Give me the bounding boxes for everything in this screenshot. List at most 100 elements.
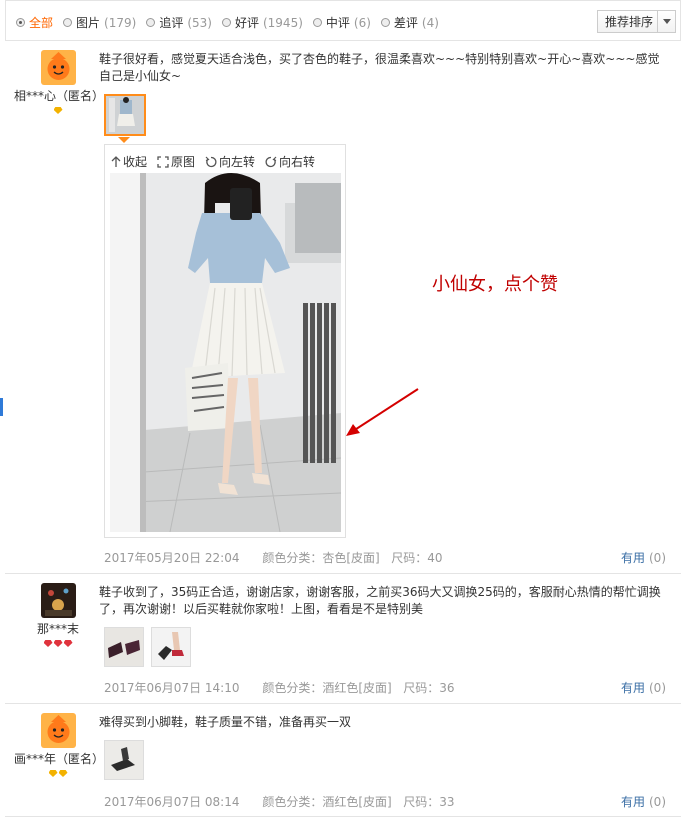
review-text: 鞋子收到了，35码正合适，谢谢店家，谢谢客服，之前买36码大又调换25码的，客服… [99, 585, 661, 616]
scroll-marker [0, 398, 3, 416]
chevron-down-icon[interactable] [663, 19, 671, 24]
review-separator [5, 573, 681, 574]
divider [657, 11, 658, 32]
review-meta: 2017年05月20日 22:04 颜色分类：杏色[皮面] 尺码：40 [104, 549, 442, 566]
useful-label: 有用 [620, 681, 645, 695]
review-filter-bar: 全部 图片 (179) 追评 (53) 好评 (1945) 中评 (6) 差评 … [5, 0, 681, 41]
review-color: 颜色分类：杏色[皮面] [262, 551, 380, 565]
review-date: 2017年05月20日 22:04 [104, 551, 240, 565]
review-color: 颜色分类：酒红色[皮面] [262, 681, 392, 695]
filter-count: (4) [421, 15, 439, 30]
review-content: 鞋子收到了，35码正合适，谢谢店家，谢谢客服，之前买36码大又调换25码的，客服… [99, 584, 664, 618]
filter-group: 全部 图片 (179) 追评 (53) 好评 (1945) 中评 (6) 差评 … [16, 14, 449, 31]
avatar[interactable] [40, 50, 76, 85]
gold-diamond-icon [58, 770, 68, 777]
sort-dropdown[interactable]: 推荐排序 [597, 10, 676, 33]
filter-count: (179) [104, 15, 137, 30]
review-date: 2017年06月07日 08:14 [104, 795, 240, 809]
review-meta: 2017年06月07日 08:14 颜色分类：酒红色[皮面] 尺码：33 [104, 793, 454, 810]
reviewer-name: 画***年（匿名） [14, 752, 105, 766]
annotation-text: 小仙女，点个赞 [432, 274, 558, 295]
review-thumbnails [104, 627, 191, 667]
filter-count: (6) [353, 15, 371, 30]
filter-positive[interactable]: 好评 (1945) [221, 14, 303, 31]
radio-icon[interactable] [221, 18, 231, 27]
filter-count: (1945) [262, 15, 303, 30]
filter-label: 全部 [29, 16, 54, 30]
filter-label: 好评 [234, 16, 259, 30]
original-image-button[interactable]: 原图 [157, 153, 195, 170]
radio-icon[interactable] [63, 18, 73, 27]
sort-label: 推荐排序 [605, 15, 654, 29]
review-meta: 2017年06月07日 14:10 颜色分类：酒红色[皮面] 尺码：36 [104, 679, 454, 696]
filter-label: 中评 [325, 16, 350, 30]
useful-count: (0) [649, 551, 666, 565]
radio-icon[interactable] [380, 18, 390, 27]
filter-all[interactable]: 全部 [16, 14, 53, 31]
rotate-left-icon [205, 156, 217, 167]
useful-button[interactable]: 有用 (0) [621, 549, 666, 566]
rotate-left-button[interactable]: 向左转 [205, 153, 255, 170]
rotate-right-icon [265, 156, 277, 167]
reviewer-level [14, 770, 102, 777]
useful-button[interactable]: 有用 (0) [621, 679, 666, 696]
reviewer-name: 相***心（匿名） [14, 89, 105, 103]
red-heart-icon [53, 640, 63, 647]
review-text: 鞋子很好看，感觉夏天适合浅色，买了杏色的鞋子，很温柔喜欢~~~特别特别喜欢~开心… [99, 52, 660, 83]
review-separator [5, 816, 681, 817]
radio-icon[interactable] [312, 18, 322, 27]
avatar[interactable] [40, 713, 76, 748]
collapse-label: 收起 [123, 155, 148, 169]
reviewer-info: 那***末 [14, 583, 102, 647]
useful-count: (0) [649, 681, 666, 695]
red-heart-icon [43, 640, 53, 647]
collapse-button[interactable]: 收起 [111, 153, 147, 170]
review-thumbnail[interactable] [104, 740, 144, 780]
useful-label: 有用 [620, 795, 645, 809]
review-thumbnail[interactable] [104, 627, 144, 667]
filter-label: 追评 [159, 16, 184, 30]
rotate-right-button[interactable]: 向右转 [265, 153, 315, 170]
viewer-toolbar: 收起 原图 向左转 向右转 [111, 153, 315, 170]
image-viewer: 收起 原图 向左转 向右转 [104, 144, 346, 538]
review-size: 尺码：36 [403, 681, 455, 695]
review-size: 尺码：40 [391, 551, 443, 565]
radio-icon[interactable] [16, 18, 25, 27]
expand-icon [157, 155, 169, 168]
selected-pointer [118, 137, 130, 143]
review-content: 难得买到小脚鞋，鞋子质量不错，准备再买一双 [99, 714, 664, 731]
filter-neutral[interactable]: 中评 (6) [312, 14, 371, 31]
radio-icon[interactable] [146, 18, 156, 27]
filter-negative[interactable]: 差评 (4) [380, 14, 439, 31]
review-text: 难得买到小脚鞋，鞋子质量不错，准备再买一双 [99, 715, 352, 729]
red-arrow-annotation [346, 388, 419, 436]
review-date: 2017年06月07日 14:10 [104, 681, 240, 695]
filter-images[interactable]: 图片 (179) [63, 14, 136, 31]
review-photo-large[interactable] [110, 173, 341, 532]
reviewer-info: 画***年（匿名） [14, 713, 105, 777]
red-heart-icon [63, 640, 73, 647]
avatar[interactable] [40, 583, 76, 618]
useful-button[interactable]: 有用 (0) [621, 793, 666, 810]
useful-label: 有用 [620, 551, 645, 565]
reviewer-level [14, 107, 102, 114]
review-size: 尺码：33 [403, 795, 455, 809]
filter-followup[interactable]: 追评 (53) [146, 14, 212, 31]
review-thumbnail[interactable] [151, 627, 191, 667]
gold-diamond-icon [53, 107, 63, 114]
reviewer-level [14, 640, 102, 647]
reviewer-info: 相***心（匿名） [14, 50, 105, 114]
rotate-right-label: 向右转 [279, 155, 316, 169]
gold-diamond-icon [48, 770, 58, 777]
review-separator [5, 703, 681, 704]
review-thumbnail[interactable] [104, 94, 146, 136]
filter-label: 差评 [393, 16, 418, 30]
arrow-up-icon [111, 155, 121, 167]
reviewer-name: 那***末 [36, 622, 79, 636]
original-label: 原图 [171, 155, 196, 169]
filter-label: 图片 [76, 16, 101, 30]
rotate-left-label: 向左转 [219, 155, 256, 169]
review-color: 颜色分类：酒红色[皮面] [262, 795, 392, 809]
review-content: 鞋子很好看，感觉夏天适合浅色，买了杏色的鞋子，很温柔喜欢~~~特别特别喜欢~开心… [99, 51, 664, 85]
useful-count: (0) [649, 795, 666, 809]
